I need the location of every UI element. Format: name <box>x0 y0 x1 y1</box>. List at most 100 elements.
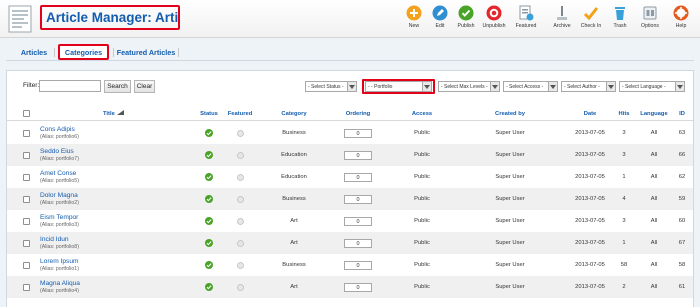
filter-search-input[interactable] <box>39 80 101 92</box>
hits-cell: 3 <box>622 152 626 158</box>
not-featured-icon[interactable] <box>236 261 244 269</box>
article-title-link[interactable]: Eism Tempor <box>40 214 78 221</box>
title-header[interactable]: Title <box>103 107 124 120</box>
archive-button[interactable]: Archive <box>546 2 578 36</box>
article-title-link[interactable]: Amet Conse <box>40 170 76 177</box>
status-cell <box>195 232 223 254</box>
row-checkbox[interactable] <box>23 129 30 137</box>
status-header[interactable]: Status <box>195 107 223 120</box>
tab-articles[interactable]: Articles <box>18 45 50 59</box>
id-header[interactable]: ID <box>674 107 690 120</box>
row-checkbox[interactable] <box>23 173 30 181</box>
unpublish-button[interactable]: Unpublish <box>478 2 510 36</box>
table-row: Magna Aliqua (Alias: portfolio4) Art 0 Publi… <box>7 276 693 298</box>
row-checkbox[interactable] <box>23 239 30 247</box>
table-row: Incid Idun (Alias: portfolio8) Art 0 Public S… <box>7 232 693 254</box>
ordering-input[interactable]: 0 <box>344 238 372 248</box>
author-select[interactable]: - Select Author - <box>561 81 616 92</box>
row-checkbox[interactable] <box>23 283 30 291</box>
published-icon[interactable] <box>205 261 213 269</box>
article-title-link[interactable]: Seddo Eius <box>40 148 74 155</box>
category-header[interactable]: Category <box>269 107 319 120</box>
article-alias: (Alias: portfolio1) <box>40 266 79 272</box>
published-icon[interactable] <box>205 129 213 137</box>
date-cell: 2013-07-05 <box>575 130 605 136</box>
date-cell: 2013-07-05 <box>575 174 605 180</box>
ordering-input[interactable]: 0 <box>344 216 372 226</box>
not-featured-icon[interactable] <box>236 151 244 159</box>
ordering-input[interactable]: 0 <box>344 150 372 160</box>
row-checkbox[interactable] <box>23 261 30 269</box>
published-icon[interactable] <box>205 283 213 291</box>
tab-featured-articles[interactable]: Featured Articles <box>117 45 175 59</box>
max-levels-select[interactable]: - Select Max Levels - <box>438 81 500 92</box>
featured-button[interactable]: Featured <box>510 2 542 36</box>
featured-cell <box>225 188 255 210</box>
page-title: Article Manager: Articles <box>40 5 180 30</box>
category-select[interactable]: - - Portfolio <box>365 81 432 92</box>
hits-header[interactable]: Hits <box>614 107 634 120</box>
article-title-link[interactable]: Cons Adipis <box>40 126 75 133</box>
published-icon[interactable] <box>205 151 213 159</box>
featured-header[interactable]: Featured <box>225 107 255 120</box>
access-header[interactable]: Access <box>402 107 442 120</box>
row-select-cell <box>23 166 30 188</box>
created-by-header[interactable]: Created by <box>485 107 535 120</box>
chevron-down-icon <box>548 82 557 91</box>
article-title-link[interactable]: Incid Idun <box>40 236 69 243</box>
published-icon[interactable] <box>205 195 213 203</box>
not-featured-icon[interactable] <box>236 129 244 137</box>
new-label: New <box>408 23 420 29</box>
search-button[interactable]: Search <box>104 80 131 93</box>
language-cell: All <box>650 174 658 180</box>
published-icon[interactable] <box>205 239 213 247</box>
featured-cell <box>225 254 255 276</box>
row-checkbox[interactable] <box>23 151 30 159</box>
article-alias: (Alias: portfolio6) <box>40 134 79 140</box>
ordering-cell: 0 <box>333 166 383 188</box>
ordering-input[interactable]: 0 <box>344 128 372 138</box>
unpublish-icon <box>486 5 502 21</box>
checkin-button[interactable]: Check In <box>575 2 607 36</box>
article-title-link[interactable]: Lorem Ipsum <box>40 258 78 265</box>
article-alias: (Alias: portfolio2) <box>40 200 79 206</box>
tab-categories[interactable]: Categories <box>58 44 109 60</box>
hits-cell: 1 <box>622 240 626 246</box>
ordering-input[interactable]: 0 <box>344 194 372 204</box>
not-featured-icon[interactable] <box>236 173 244 181</box>
not-featured-icon[interactable] <box>236 283 244 291</box>
table-row: Cons Adipis (Alias: portfolio6) Business 0 P… <box>7 122 693 144</box>
ordering-input[interactable]: 0 <box>344 172 372 182</box>
clear-button[interactable]: Clear <box>134 80 155 93</box>
not-featured-icon[interactable] <box>236 217 244 225</box>
options-button[interactable]: Options <box>634 2 666 36</box>
category-select-highlight: - - Portfolio <box>362 79 435 94</box>
row-checkbox[interactable] <box>23 195 30 203</box>
status-select-value: - Select Status - <box>308 83 344 90</box>
trash-button[interactable]: Trash <box>604 2 636 36</box>
status-select[interactable]: - Select Status - <box>305 81 357 92</box>
ordering-header[interactable]: Ordering <box>333 107 383 120</box>
ordering-input[interactable]: 0 <box>344 260 372 270</box>
access-select[interactable]: - Select Access - <box>503 81 558 92</box>
article-title-link[interactable]: Magna Aliqua <box>40 280 80 287</box>
language-select[interactable]: - Select Language - <box>619 81 685 92</box>
not-featured-icon[interactable] <box>236 239 244 247</box>
row-checkbox[interactable] <box>23 217 30 225</box>
hits-cell: 2 <box>622 284 626 290</box>
not-featured-icon[interactable] <box>236 195 244 203</box>
ordering-input[interactable]: 0 <box>344 282 372 292</box>
featured-cell <box>225 122 255 144</box>
select-all-checkbox[interactable] <box>23 110 30 117</box>
language-header[interactable]: Language <box>637 107 671 120</box>
published-icon[interactable] <box>205 173 213 181</box>
article-manager-icon <box>5 4 37 34</box>
help-button[interactable]: Help <box>665 2 697 36</box>
published-icon[interactable] <box>205 217 213 225</box>
category-cell: Business <box>282 262 306 268</box>
access-cell: Public <box>414 152 430 158</box>
article-title-link[interactable]: Dolor Magna <box>40 192 78 199</box>
archive-icon <box>557 6 567 20</box>
edit-label: Edit <box>435 23 445 29</box>
date-header[interactable]: Date <box>572 107 608 120</box>
